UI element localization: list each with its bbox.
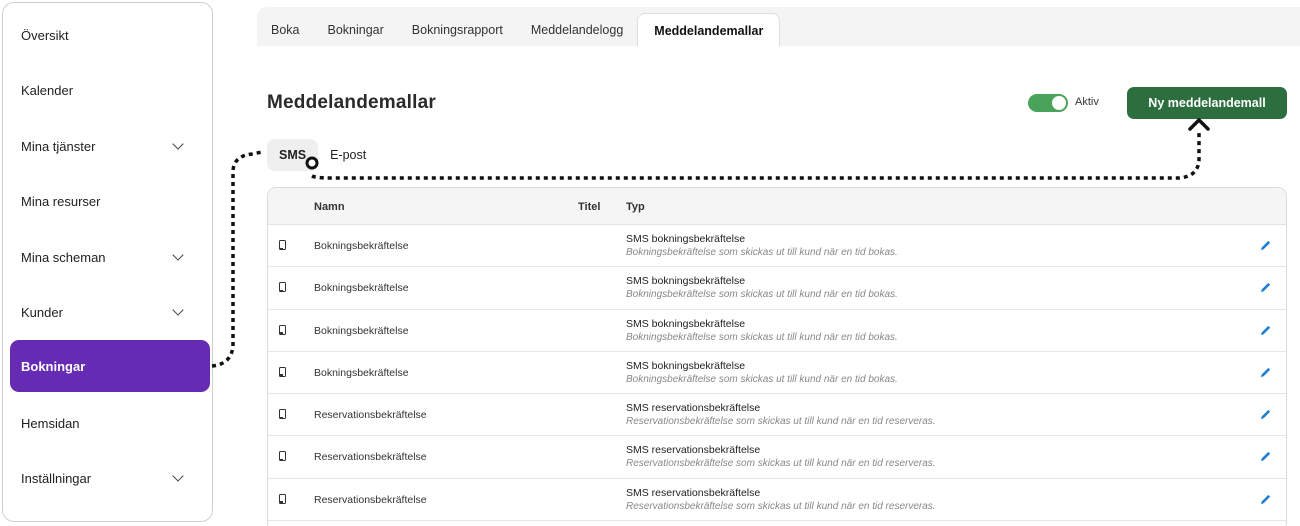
cell-name: Reservationsbekräftelse xyxy=(314,493,427,506)
active-toggle[interactable] xyxy=(1028,94,1068,112)
cell-type: SMS bokningsbekräftelse xyxy=(626,233,746,245)
phone-icon xyxy=(279,366,286,377)
edit-pencil-icon[interactable] xyxy=(1259,239,1272,252)
new-template-button[interactable]: Ny meddelandemall xyxy=(1127,87,1287,119)
sidebar-item-mina-tjanster[interactable]: Mina tjänster xyxy=(10,120,210,172)
table-row[interactable]: Reservationsbekräftelse SMS reservationsb… xyxy=(268,436,1286,479)
table-body: Bokningsbekräftelse SMS bokningsbekräftel… xyxy=(268,225,1286,522)
subtab-epost[interactable]: E-post xyxy=(318,139,378,171)
phone-icon xyxy=(279,409,286,420)
table-row[interactable]: Bokningsbekräftelse SMS bokningsbekräftel… xyxy=(268,225,1286,268)
subtab-sms[interactable]: SMS xyxy=(267,139,319,171)
tab-meddelandemallar[interactable]: Meddelandemallar xyxy=(637,13,781,47)
sidebar-item-label: Mina scheman xyxy=(21,249,106,265)
phone-icon xyxy=(279,282,286,293)
table-header: Namn Titel Typ xyxy=(268,188,1286,225)
sidebar-item-label: Kalender xyxy=(21,82,74,98)
sidebar-item-label: Hemsidan xyxy=(21,415,80,431)
phone-icon xyxy=(279,324,286,335)
cell-name: Bokningsbekräftelse xyxy=(314,282,409,295)
cell-description: Bokningsbekräftelse som skickas ut till … xyxy=(626,289,898,301)
edit-pencil-icon[interactable] xyxy=(1259,281,1272,294)
sidebar-item-bokningar[interactable]: Bokningar xyxy=(10,340,210,392)
guide-line-sidebar-to-sms xyxy=(211,150,263,368)
cell-type: SMS bokningsbekräftelse xyxy=(626,275,746,288)
header-type: Typ xyxy=(626,201,645,213)
cell-type: SMS bokningsbekräftelse xyxy=(626,317,746,330)
toggle-knob xyxy=(1052,96,1066,110)
chevron-down-icon xyxy=(172,138,184,150)
cell-type: SMS reservationsbekräftelse xyxy=(626,402,761,415)
chevron-down-icon xyxy=(172,470,184,482)
cell-name: Bokningsbekräftelse xyxy=(314,240,409,252)
sidebar-item-label: Mina resurser xyxy=(21,193,101,209)
tab-bokningar[interactable]: Bokningar xyxy=(314,13,398,47)
main-panel: Boka Bokningar Bokningsrapport Meddeland… xyxy=(257,7,1300,526)
cell-description: Bokningsbekräftelse som skickas ut till … xyxy=(626,331,898,343)
sidebar: Översikt Kalender Mina tjänster Mina res… xyxy=(2,2,213,522)
header-title: Titel xyxy=(578,201,601,213)
tab-boka[interactable]: Boka xyxy=(257,13,314,47)
phone-icon xyxy=(279,451,286,462)
cell-name: Bokningsbekräftelse xyxy=(314,366,409,379)
cell-name: Reservationsbekräftelse xyxy=(314,451,427,464)
edit-pencil-icon[interactable] xyxy=(1259,493,1272,506)
phone-icon xyxy=(279,240,286,250)
sidebar-item-label: Översikt xyxy=(21,27,69,43)
cell-description: Reservationsbekräftelse som skickas ut t… xyxy=(626,416,936,428)
phone-icon xyxy=(279,493,286,504)
channel-subtabs: SMS E-post xyxy=(267,139,378,171)
sidebar-item-kalender[interactable]: Kalender xyxy=(10,64,210,116)
templates-table: Namn Titel Typ Bokningsbekräftelse SMS bo… xyxy=(267,187,1287,526)
toggle-label: Aktiv xyxy=(1075,96,1099,108)
edit-pencil-icon[interactable] xyxy=(1259,366,1272,379)
table-row[interactable]: Reservationsbekräftelse SMS reservationsb… xyxy=(268,479,1286,522)
header-name: Namn xyxy=(314,201,345,213)
edit-pencil-icon[interactable] xyxy=(1259,324,1272,337)
sidebar-item-label: Inställningar xyxy=(21,470,92,486)
sidebar-item-label: Mina tjänster xyxy=(21,138,96,154)
edit-pencil-icon[interactable] xyxy=(1259,408,1272,421)
cell-description: Reservationsbekräftelse som skickas ut t… xyxy=(626,458,936,470)
cell-type: SMS bokningsbekräftelse xyxy=(626,359,746,372)
tab-content: Meddelandemallar Aktiv Ny meddelandemall… xyxy=(257,46,1300,526)
chevron-down-icon xyxy=(172,304,184,316)
table-row[interactable]: Bokningsbekräftelse SMS bokningsbekräftel… xyxy=(268,267,1286,310)
page-title: Meddelandemallar xyxy=(267,92,436,113)
table-row[interactable]: Reservationsbekräftelse SMS reservationsb… xyxy=(268,394,1286,437)
cell-name: Bokningsbekräftelse xyxy=(314,324,409,337)
sidebar-item-mina-scheman[interactable]: Mina scheman xyxy=(10,231,210,283)
tab-bokningsrapport[interactable]: Bokningsrapport xyxy=(398,13,517,47)
sidebar-item-installningar[interactable]: Inställningar xyxy=(10,452,210,504)
cell-type: SMS reservationsbekräftelse xyxy=(626,486,761,499)
sidebar-item-label: Bokningar xyxy=(21,358,86,374)
sidebar-item-mina-resurser[interactable]: Mina resurser xyxy=(10,175,210,227)
sidebar-item-kunder[interactable]: Kunder xyxy=(10,286,210,338)
sidebar-item-oversikt[interactable]: Översikt xyxy=(10,9,210,61)
table-row[interactable]: Bokningsbekräftelse SMS bokningsbekräftel… xyxy=(268,310,1286,352)
table-row[interactable]: Bokningsbekräftelse SMS bokningsbekräftel… xyxy=(268,352,1286,395)
cell-type: SMS reservationsbekräftelse xyxy=(626,444,761,457)
cell-description: Bokningsbekräftelse som skickas ut till … xyxy=(626,247,898,258)
cell-description: Bokningsbekräftelse som skickas ut till … xyxy=(626,373,898,385)
sidebar-item-label: Kunder xyxy=(21,304,63,320)
tab-bar: Boka Bokningar Bokningsrapport Meddeland… xyxy=(257,13,781,47)
sidebar-item-hemsidan[interactable]: Hemsidan xyxy=(10,397,210,449)
cell-description: Reservationsbekräftelse som skickas ut t… xyxy=(626,500,936,512)
chevron-down-icon xyxy=(172,249,184,261)
tab-meddelandelogg[interactable]: Meddelandelogg xyxy=(517,13,637,47)
cell-name: Reservationsbekräftelse xyxy=(314,409,427,422)
edit-pencil-icon[interactable] xyxy=(1259,450,1272,463)
